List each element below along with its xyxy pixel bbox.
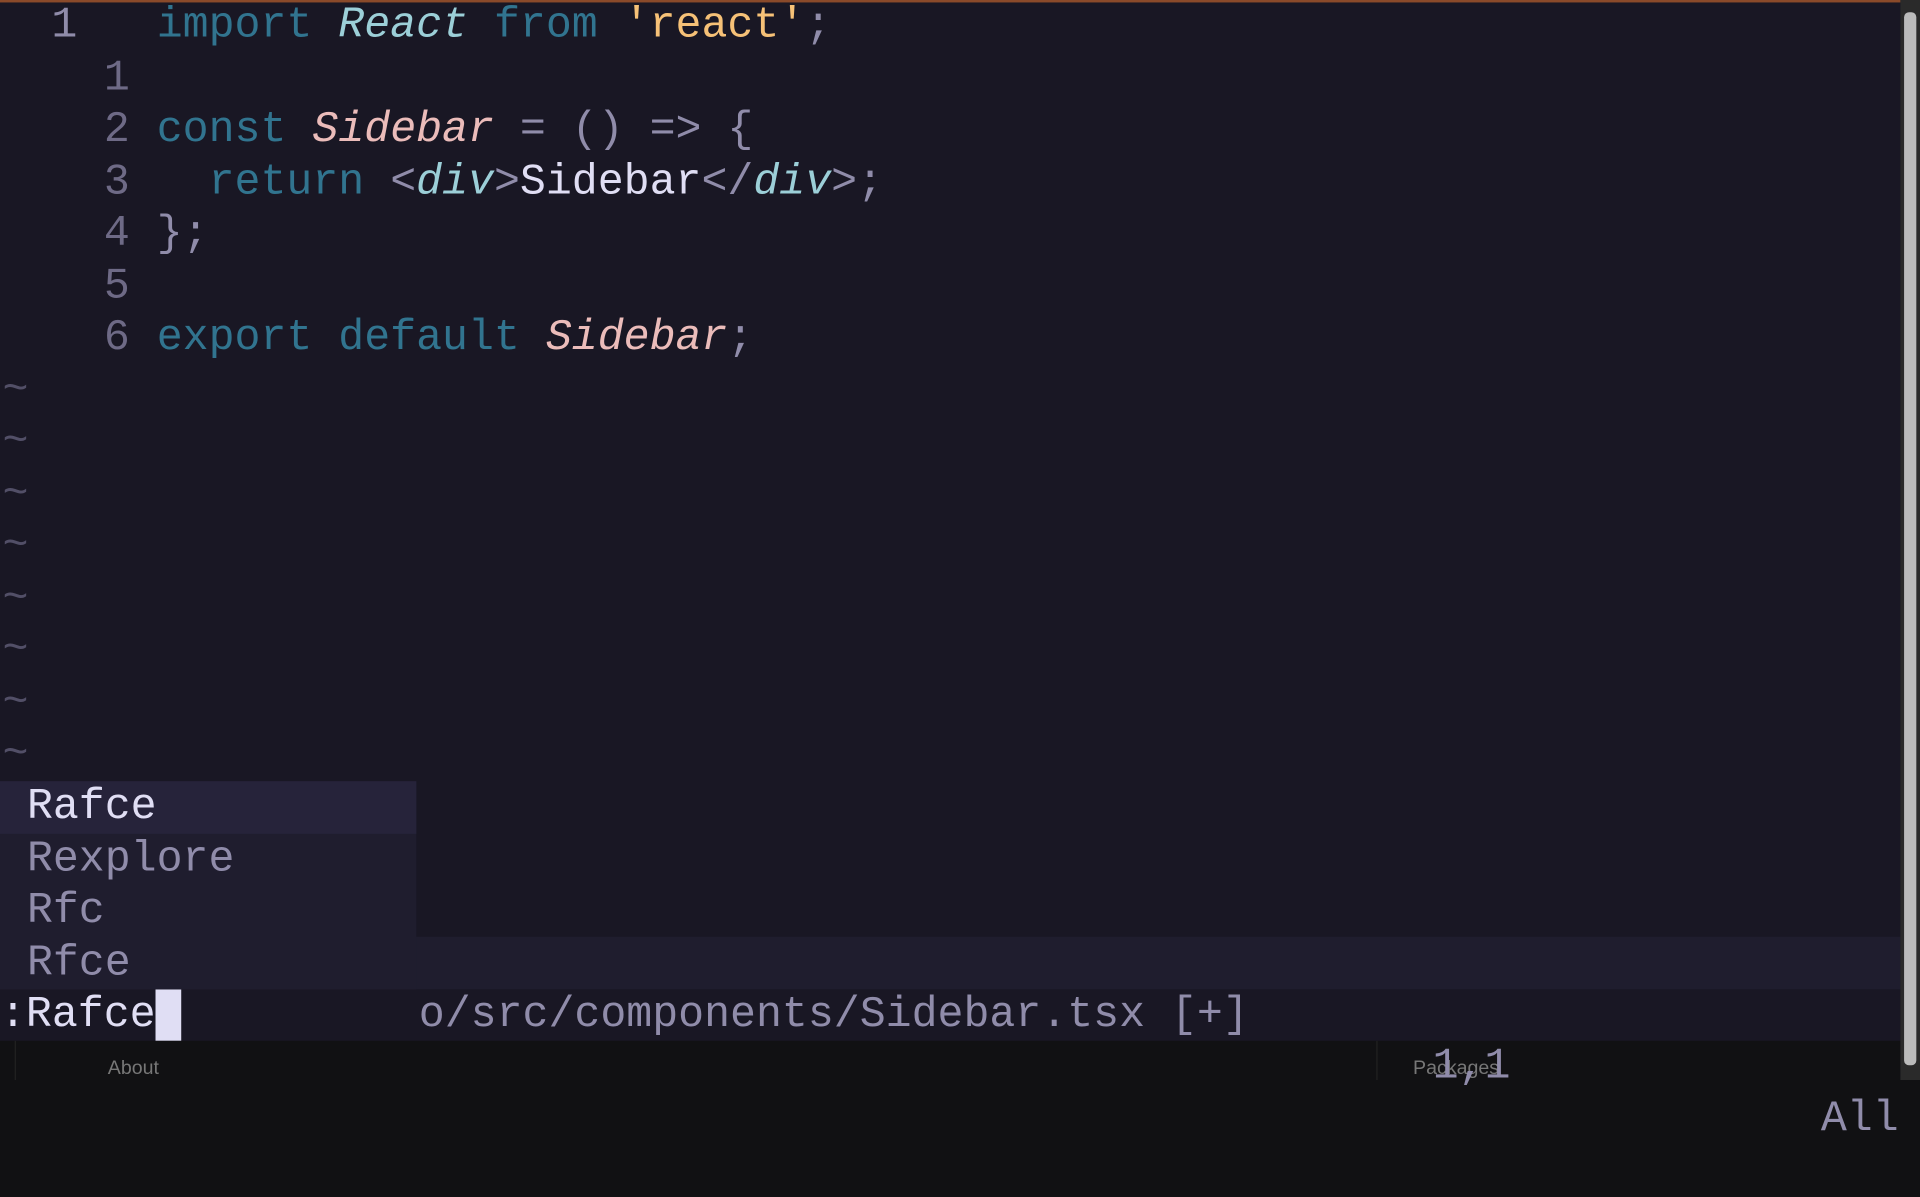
line-number: 6 <box>103 313 130 363</box>
empty-line-marker: ~ <box>2 729 29 779</box>
code-line[interactable]: 5 <box>0 260 1900 312</box>
background-text: About <box>107 1057 159 1079</box>
token: export <box>156 313 313 363</box>
line-number: 1 <box>51 1 78 51</box>
token: </ <box>701 157 754 207</box>
code-line[interactable]: 6 export default Sidebar; <box>0 312 1900 364</box>
token: default <box>338 313 520 363</box>
empty-line-marker: ~ <box>2 677 29 727</box>
cursor <box>155 989 182 1041</box>
status-scroll: All <box>1820 1094 1899 1144</box>
code-text: export default Sidebar; <box>157 312 754 364</box>
token: Sidebar <box>312 105 494 155</box>
divider <box>14 1040 16 1081</box>
completion-item[interactable]: Rexplore <box>0 833 416 885</box>
divider <box>1376 1040 1378 1081</box>
completion-item[interactable]: Rafce <box>0 781 417 834</box>
line-number: 1 <box>103 53 130 103</box>
token: 'react' <box>623 1 806 51</box>
token: }; <box>156 209 209 259</box>
token: Sidebar <box>545 313 728 363</box>
completion-item[interactable]: Rfce <box>0 937 416 989</box>
empty-line-marker: ~ <box>2 625 29 675</box>
code-line[interactable]: 2 const Sidebar = () => { <box>0 104 1900 156</box>
empty-line-marker: ~ <box>2 521 29 571</box>
code-text: return <div>Sidebar</div>; <box>157 156 883 208</box>
code-text: const Sidebar = () => { <box>157 104 754 156</box>
token: const <box>156 105 287 155</box>
status-position: 1,1 <box>1432 1042 1511 1092</box>
line-number: 3 <box>103 157 130 207</box>
code-text: }; <box>157 208 209 260</box>
completion-item[interactable]: Rfc <box>0 885 416 937</box>
empty-line-marker: ~ <box>2 417 29 467</box>
code-line[interactable]: 1 import React from 'react'; <box>0 0 1900 52</box>
token: div <box>416 157 494 207</box>
terminal-window: 1 import React from 'react'; 1 2 const Sideb… <box>0 0 1920 1143</box>
empty-line-marker: ~ <box>2 469 29 519</box>
token: Sidebar <box>519 157 702 207</box>
line-number: 5 <box>103 261 130 311</box>
status-file: o/src/components/Sidebar.tsx [+] <box>418 990 1249 1039</box>
code-text: import React from 'react'; <box>157 0 831 52</box>
token: div <box>753 157 832 207</box>
completion-popup: Rafce Rexplore Rfc Rfce <box>0 781 417 990</box>
command-text: :Rafce <box>0 990 156 1040</box>
token: ; <box>805 1 832 51</box>
token: ; <box>727 313 754 363</box>
code-line[interactable]: 1 <box>0 52 1900 104</box>
code-line[interactable]: 3 return <div>Sidebar</div>; <box>0 156 1900 208</box>
token: return <box>208 157 365 207</box>
token: = () => { <box>519 105 754 155</box>
empty-line-marker: ~ <box>2 365 29 415</box>
token: from <box>493 1 598 51</box>
code-line[interactable]: 4}; <box>0 208 1900 260</box>
line-number: 2 <box>103 105 130 155</box>
token: > <box>493 157 520 207</box>
line-number: 4 <box>103 209 130 259</box>
token: React <box>338 1 469 51</box>
token: import <box>156 1 313 51</box>
token: < <box>390 157 417 207</box>
scrollbar-thumb[interactable] <box>1904 12 1917 1066</box>
background-window: About Packages <box>0 1040 1901 1081</box>
token: >; <box>831 157 884 207</box>
empty-line-marker: ~ <box>2 573 29 623</box>
